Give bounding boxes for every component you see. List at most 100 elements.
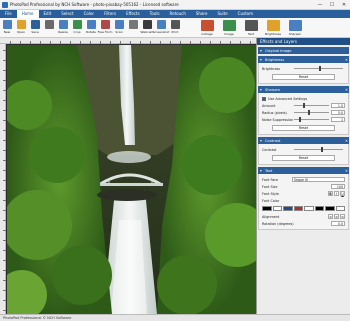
brightness-button[interactable]: Brightness [262, 18, 284, 38]
ruler-tick [3, 180, 6, 181]
ruler-tick [250, 41, 251, 44]
menu-edit[interactable]: Edit [39, 10, 57, 18]
webcam-button[interactable] [126, 18, 140, 38]
original-image-title[interactable]: ▾ Original Image [258, 47, 349, 54]
close-icon[interactable]: ✕ [344, 58, 349, 62]
amount-input[interactable]: 1.0 [331, 103, 345, 108]
ruler-tick [160, 41, 161, 44]
align-right-icon[interactable]: ≡ [340, 214, 345, 219]
menu-tools[interactable]: Tools [145, 10, 165, 18]
noise-label: Noise Suppression [262, 117, 294, 122]
amount-slider[interactable] [294, 103, 329, 108]
resize-button[interactable]: Resize [56, 18, 70, 38]
rotate-button[interactable]: Rotate [84, 18, 98, 38]
image-button[interactable]: Image [218, 18, 240, 38]
slider-handle[interactable] [308, 110, 310, 115]
brightness-title[interactable]: ▾ Brightness ✕ [258, 56, 349, 63]
rotation-input[interactable]: 0.0 [331, 221, 345, 226]
slider-handle[interactable] [318, 66, 321, 71]
color-swatch[interactable] [283, 206, 293, 211]
ruler-tick [80, 41, 81, 44]
crop-button[interactable]: Crop [70, 18, 84, 38]
webcam-button[interactable]: Webcam [140, 18, 154, 38]
italic-button[interactable]: I [334, 191, 339, 196]
menu-retouch[interactable]: Retouch [165, 10, 191, 18]
slider-handle[interactable] [302, 103, 305, 108]
canvas-area[interactable] [0, 38, 256, 314]
color-swatch[interactable] [293, 206, 303, 211]
status-bar: PhotoPad Professional © NCH Software [0, 314, 350, 321]
color-swatch[interactable] [314, 206, 324, 211]
font-face-select[interactable]: Segoe UI [292, 177, 345, 182]
color-swatch[interactable] [325, 206, 335, 211]
menu-custom[interactable]: Custom [233, 10, 258, 18]
slider-handle[interactable] [320, 147, 323, 152]
print-icon [170, 20, 180, 29]
advanced-settings-checkbox[interactable] [262, 96, 266, 101]
maximize-button[interactable]: ☐ [326, 0, 338, 10]
close-icon[interactable]: ✕ [344, 88, 349, 92]
color-swatch[interactable] [272, 206, 282, 211]
scan-button[interactable]: Scan [112, 18, 126, 38]
color-swatch[interactable] [335, 206, 345, 211]
brightness-slider[interactable] [294, 66, 343, 71]
close-button[interactable]: ✕ [338, 0, 350, 10]
collage-button[interactable]: Collage [196, 18, 218, 38]
ruler-tick [3, 270, 6, 271]
menu-share[interactable]: Share [191, 10, 213, 18]
toolbar-label: Scan [115, 30, 123, 34]
brightness-reset-button[interactable]: Reset [272, 74, 335, 80]
save-button[interactable]: Save [28, 18, 42, 38]
toolbar-label: Print [171, 30, 179, 34]
underline-button[interactable]: U [340, 191, 345, 196]
noise-slider[interactable] [294, 117, 329, 122]
radius-input[interactable]: 5.0 [331, 110, 345, 115]
toolbar-label: Save [31, 30, 39, 34]
menu-filters[interactable]: Filters [99, 10, 121, 18]
radius-slider[interactable] [294, 110, 329, 115]
menu-effects[interactable]: Effects [121, 10, 145, 18]
toolbar-label: New [3, 30, 11, 34]
ruler-tick [220, 41, 221, 44]
align-left-icon[interactable]: ≡ [328, 214, 333, 219]
color-swatches [262, 206, 345, 211]
font-size-input[interactable]: 100 [331, 184, 345, 189]
photo-canvas[interactable] [7, 45, 256, 314]
minimize-button[interactable]: — [314, 0, 326, 10]
sharpen-reset-button[interactable]: Reset [272, 125, 335, 131]
close-icon[interactable]: ✕ [344, 169, 349, 173]
color-swatch[interactable] [262, 206, 272, 211]
text-title[interactable]: ▾ Text ✕ [258, 167, 349, 174]
align-center-icon[interactable]: ≡ [334, 214, 339, 219]
sharpen-title[interactable]: ▾ Sharpen ✕ [258, 86, 349, 93]
open-button[interactable]: Open [14, 18, 28, 38]
new-button[interactable]: New [0, 18, 14, 38]
toolbar-label: Rotate [86, 30, 96, 34]
text-button[interactable]: Text [240, 18, 262, 38]
contrast-slider[interactable] [294, 147, 343, 152]
toolbar-label: Crop [73, 30, 81, 34]
ruler-tick [3, 120, 6, 121]
close-icon[interactable]: ✕ [344, 139, 349, 143]
menu-file[interactable]: File [0, 10, 17, 18]
menu-color[interactable]: Color [79, 10, 99, 18]
blank-button[interactable] [182, 18, 196, 38]
menu-select[interactable]: Select [56, 10, 78, 18]
print-button[interactable]: Print [168, 18, 182, 38]
bold-button[interactable]: B [328, 191, 333, 196]
ruler-tick [3, 220, 6, 221]
text-section: ▾ Text ✕ Font Face Segoe UI Font Size 10… [258, 167, 349, 230]
contrast-title[interactable]: ▾ Contrast ✕ [258, 137, 349, 144]
color-swatch[interactable] [304, 206, 314, 211]
screenshot-button[interactable]: Screenshot [153, 18, 169, 38]
free-form-button[interactable]: Free Form [98, 18, 112, 38]
toolbar-label: Text [247, 32, 255, 36]
menu-suite[interactable]: Suite [212, 10, 232, 18]
slider-handle[interactable] [299, 117, 302, 122]
undo-button[interactable] [42, 18, 56, 38]
sharpen-button[interactable]: Sharpen [284, 18, 306, 38]
contrast-reset-button[interactable]: Reset [272, 155, 335, 161]
menu-home[interactable]: Home [16, 10, 39, 18]
noise-input[interactable]: 1 [331, 117, 345, 122]
toolbar-label: Free Form [97, 30, 113, 34]
